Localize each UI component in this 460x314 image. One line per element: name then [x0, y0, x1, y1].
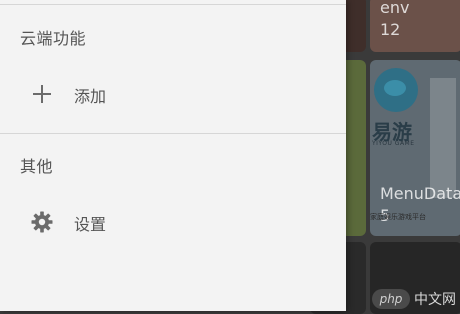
divider — [0, 4, 346, 5]
plus-icon — [33, 85, 51, 103]
grid-tile-menudata[interactable]: 易游 YIYOU GAME MenuData 5 家庭娱乐游戏平台 — [370, 60, 460, 236]
logo-subtext: YIYOU GAME — [372, 140, 415, 147]
fish-logo-icon — [374, 68, 418, 112]
section-title-cloud: 云端功能 — [20, 29, 87, 48]
tile-caption: 家庭娱乐游戏平台 — [370, 213, 426, 221]
divider — [0, 133, 346, 134]
navigation-drawer: 云端功能 添加 其他 设置 — [0, 0, 346, 311]
tile-name: MenuData — [380, 184, 460, 203]
section-title-other: 其他 — [20, 157, 54, 176]
menu-item-add[interactable]: 添加 — [0, 70, 346, 118]
tile-side-panel — [430, 78, 456, 198]
tile-count: 12 — [380, 20, 401, 39]
tile-name: env — [380, 0, 410, 17]
gear-icon — [31, 211, 53, 233]
watermark: php 中文网 — [372, 289, 456, 309]
menu-item-label: 设置 — [74, 215, 107, 234]
grid-tile-env[interactable]: env 12 — [370, 0, 460, 52]
menu-item-label: 添加 — [74, 87, 107, 106]
watermark-badge: php — [372, 289, 410, 309]
menu-item-settings[interactable]: 设置 — [0, 198, 346, 246]
watermark-text: 中文网 — [414, 292, 456, 308]
